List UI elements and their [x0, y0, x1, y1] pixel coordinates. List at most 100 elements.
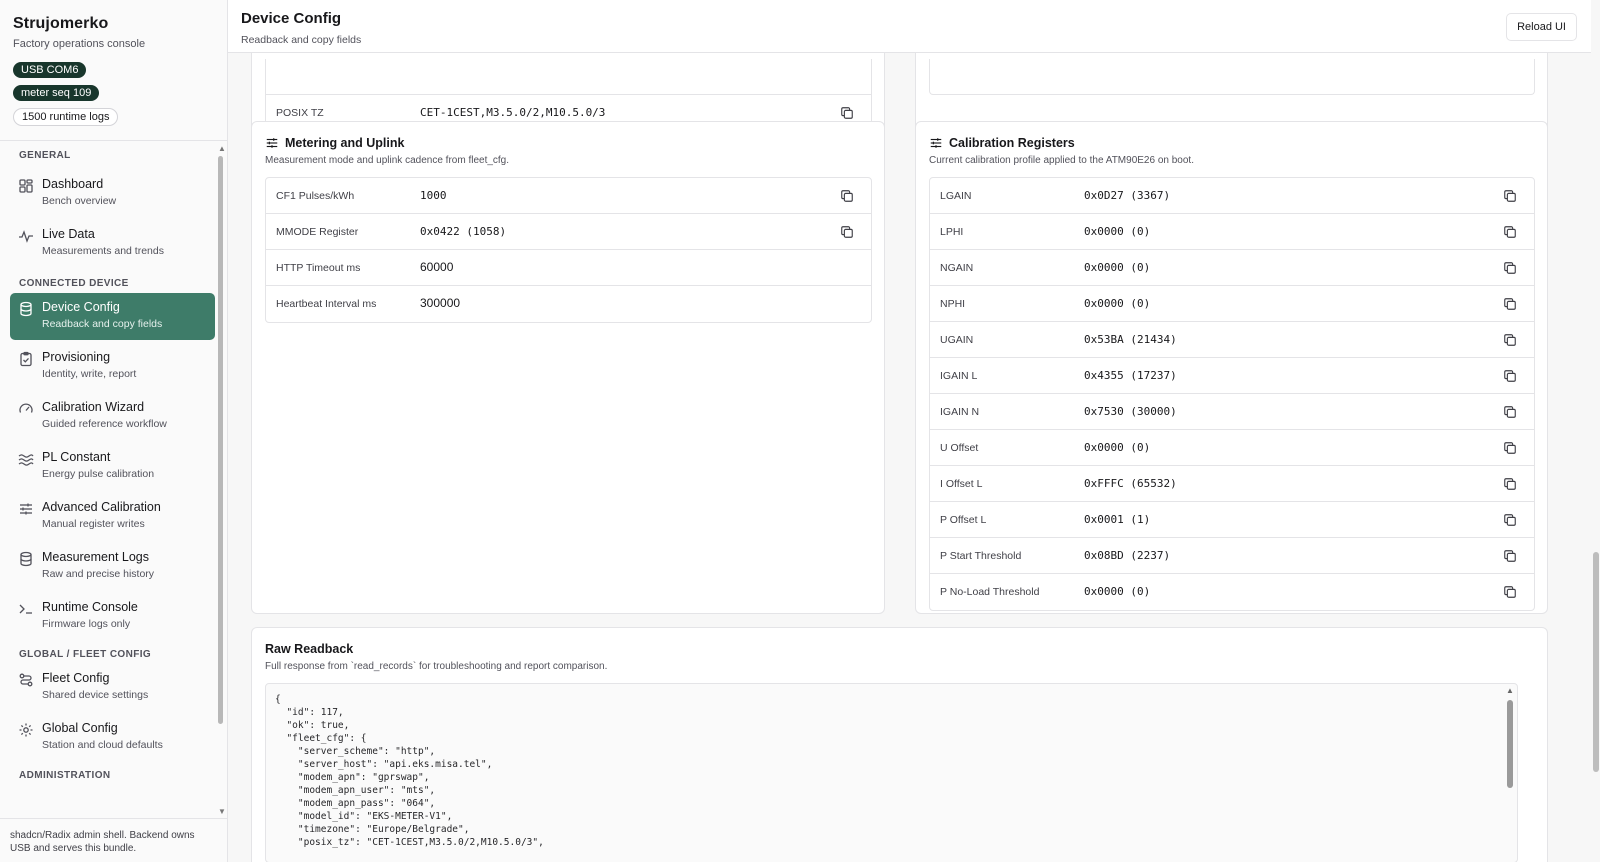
raw-json-viewer[interactable]: { "id": 117, "ok": true, "fleet_cfg": { …	[265, 683, 1518, 862]
field-value: 0x53BA (21434)	[1084, 333, 1177, 346]
card-subtitle: Measurement mode and uplink cadence from…	[265, 155, 510, 166]
usb-port-badge: USB COM6	[13, 62, 87, 78]
field-value: 0x0000 (0)	[1084, 261, 1151, 274]
copy-icon[interactable]	[1503, 477, 1517, 491]
field-label: U Offset	[940, 442, 979, 454]
copy-icon[interactable]	[1503, 549, 1517, 563]
calibration-table: LGAIN 0x0D27 (3367) LPHI 0x0000 (0) NGAIN 0x0…	[929, 177, 1535, 611]
main-content: POSIX TZ CET-1CEST,M3.5.0/2,M10.5.0/3 Me…	[228, 53, 1591, 862]
field-label: P Start Threshold	[940, 550, 1022, 562]
sidebar-scrollbar[interactable]: ▲ ▼	[216, 144, 226, 816]
database-icon	[20, 301, 32, 317]
sidebar-item-sublabel: Manual register writes	[42, 518, 145, 530]
field-label: POSIX TZ	[276, 107, 324, 119]
sidebar-item-global-config[interactable]: Global Config Station and cloud defaults	[10, 714, 215, 761]
copy-icon[interactable]	[1503, 225, 1517, 239]
copy-icon[interactable]	[1503, 333, 1517, 347]
sidebar-item-measurement-logs[interactable]: Measurement Logs Raw and precise history	[10, 543, 215, 590]
card-title-text: Raw Readback	[265, 642, 354, 656]
copy-icon[interactable]	[1503, 189, 1517, 203]
sidebar-item-live-data[interactable]: Live Data Measurements and trends	[10, 220, 215, 267]
sidebar-item-device-config[interactable]: Device Config Readback and copy fields	[10, 293, 215, 340]
table-row: MMODE Register 0x0422 (1058)	[266, 214, 871, 250]
copy-icon[interactable]	[1503, 585, 1517, 599]
table-row: HTTP Timeout ms 60000	[266, 250, 871, 286]
sidebar-item-fleet-config[interactable]: Fleet Config Shared device settings	[10, 664, 215, 711]
sidebar-scroll-thumb[interactable]	[218, 156, 223, 724]
field-value: 300000	[420, 296, 461, 310]
field-value: CET-1CEST,M3.5.0/2,M10.5.0/3	[420, 106, 606, 119]
sidebar-nav: GENERAL Dashboard Bench overview Live Da…	[10, 144, 215, 816]
sidebar-item-label: Device Config	[42, 300, 120, 314]
copy-icon[interactable]	[1503, 441, 1517, 455]
scroll-up-arrow-icon[interactable]: ▲	[1506, 686, 1514, 695]
sidebar-item-label: Calibration Wizard	[42, 400, 145, 414]
sidebar-item-pl-constant[interactable]: PL Constant Energy pulse calibration	[10, 443, 215, 490]
sidebar-divider	[0, 140, 227, 141]
table-row: P Offset L 0x0001 (1)	[930, 502, 1534, 538]
sidebar-item-provisioning[interactable]: Provisioning Identity, write, report	[10, 343, 215, 390]
scroll-up-arrow-icon[interactable]: ▲	[218, 144, 226, 153]
table-row: IGAIN L 0x4355 (17237)	[930, 358, 1534, 394]
field-label: P Offset L	[940, 514, 987, 526]
raw-json-scrollbar[interactable]: ▲	[1505, 686, 1515, 862]
brand: Strujomerko Factory operations console	[13, 15, 145, 50]
page-scroll-thumb[interactable]	[1593, 552, 1599, 772]
nav-section-connected-device: CONNECTED DEVICE	[19, 278, 129, 289]
field-label: P No-Load Threshold	[940, 586, 1040, 598]
table-row: P Start Threshold 0x08BD (2237)	[930, 538, 1534, 574]
metering-table: CF1 Pulses/kWh 1000 MMODE Register 0x042…	[265, 177, 872, 323]
field-label: HTTP Timeout ms	[276, 262, 361, 274]
scroll-down-arrow-icon[interactable]: ▼	[218, 807, 226, 816]
network-table	[929, 59, 1535, 95]
sidebar-item-sublabel: Shared device settings	[42, 689, 149, 701]
reload-ui-button[interactable]: Reload UI	[1506, 13, 1577, 41]
field-value: 1000	[420, 189, 447, 202]
page-title: Device Config	[241, 10, 342, 27]
field-value: 0x7530 (30000)	[1084, 405, 1177, 418]
clipboard-check-icon	[20, 351, 32, 367]
copy-icon[interactable]	[1503, 513, 1517, 527]
route-icon	[19, 673, 33, 687]
database-icon	[20, 551, 32, 567]
table-row: NGAIN 0x0000 (0)	[930, 250, 1534, 286]
copy-icon[interactable]	[840, 189, 854, 203]
sliders-icon	[20, 503, 32, 515]
terminal-icon	[19, 604, 32, 614]
page-header: Device Config Readback and copy fields R…	[228, 0, 1591, 53]
table-row: LGAIN 0x0D27 (3367)	[930, 178, 1534, 214]
page-subtitle: Readback and copy fields	[241, 34, 362, 46]
nav-section-administration: ADMINISTRATION	[19, 770, 111, 781]
field-label: NPHI	[940, 298, 966, 310]
copy-icon[interactable]	[1503, 261, 1517, 275]
card-subtitle: Current calibration profile applied to t…	[929, 155, 1194, 166]
page-scrollbar[interactable]	[1591, 0, 1600, 862]
waves-icon	[18, 454, 34, 466]
field-value: 0x08BD (2237)	[1084, 549, 1171, 562]
sidebar-item-sublabel: Identity, write, report	[42, 368, 137, 380]
copy-icon[interactable]	[1503, 297, 1517, 311]
nav-section-fleet-config: GLOBAL / FLEET CONFIG	[19, 649, 152, 660]
meter-seq-badge: meter seq 109	[13, 85, 100, 101]
sidebar-item-advanced-calibration[interactable]: Advanced Calibration Manual register wri…	[10, 493, 215, 540]
status-badges: USB COM6 meter seq 109 1500 runtime logs	[13, 62, 119, 133]
field-value: 0x0000 (0)	[1084, 585, 1151, 598]
sidebar-item-runtime-console[interactable]: Runtime Console Firmware logs only	[10, 593, 215, 640]
sidebar-item-sublabel: Guided reference workflow	[42, 418, 167, 430]
copy-icon[interactable]	[1503, 405, 1517, 419]
field-value: 0x0000 (0)	[1084, 441, 1151, 454]
copy-icon[interactable]	[840, 225, 854, 239]
table-row: P No-Load Threshold 0x0000 (0)	[930, 574, 1534, 610]
sidebar-item-label: Provisioning	[42, 350, 111, 364]
sidebar-item-calibration-wizard[interactable]: Calibration Wizard Guided reference work…	[10, 393, 215, 440]
sidebar-item-dashboard[interactable]: Dashboard Bench overview	[10, 170, 215, 217]
field-label: I Offset L	[940, 478, 983, 490]
copy-icon[interactable]	[840, 106, 854, 120]
sidebar-item-label: Live Data	[42, 227, 95, 241]
raw-json-scroll-thumb[interactable]	[1507, 700, 1513, 788]
copy-icon[interactable]	[1503, 369, 1517, 383]
table-row: CF1 Pulses/kWh 1000	[266, 178, 871, 214]
sidebar-item-sublabel: Raw and precise history	[42, 568, 155, 580]
app-subtitle: Factory operations console	[13, 38, 146, 50]
field-value: 0x0000 (0)	[1084, 297, 1151, 310]
